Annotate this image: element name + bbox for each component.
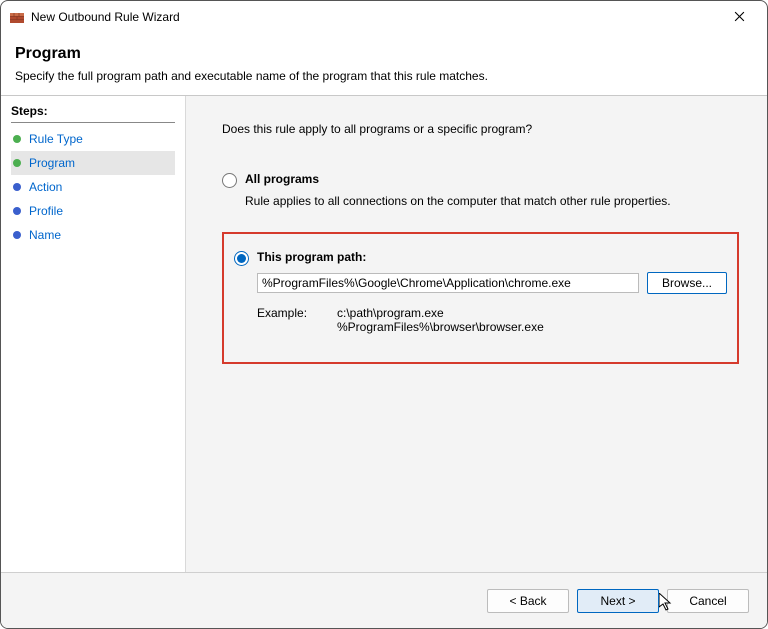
wizard-header: Program Specify the full program path an…: [1, 33, 767, 96]
program-path-input[interactable]: [257, 273, 639, 293]
close-button[interactable]: [719, 1, 759, 32]
step-name[interactable]: Name: [11, 223, 185, 247]
step-label: Program: [29, 156, 75, 170]
steps-sidebar: Steps: Rule Type Program Action Profile …: [1, 96, 186, 572]
step-program[interactable]: Program: [11, 151, 175, 175]
browse-button[interactable]: Browse...: [647, 272, 727, 294]
titlebar: New Outbound Rule Wizard: [1, 1, 767, 33]
steps-heading: Steps:: [11, 104, 185, 118]
step-bullet-icon: [13, 183, 21, 191]
example-text: c:\path\program.exe %ProgramFiles%\brows…: [337, 306, 544, 334]
cancel-button[interactable]: Cancel: [667, 589, 749, 613]
step-bullet-icon: [13, 135, 21, 143]
example-label: Example:: [257, 306, 337, 334]
back-button[interactable]: < Back: [487, 589, 569, 613]
radio-this-program-path[interactable]: [234, 251, 249, 266]
step-bullet-icon: [13, 159, 21, 167]
step-label: Profile: [29, 204, 63, 218]
firewall-icon: [9, 9, 25, 25]
step-label: Action: [29, 180, 62, 194]
step-rule-type[interactable]: Rule Type: [11, 127, 185, 151]
divider: [11, 122, 175, 123]
question-text: Does this rule apply to all programs or …: [222, 122, 739, 136]
wizard-footer: < Back Next > Cancel: [1, 572, 767, 628]
option-this-program-highlight: This program path: Browse... Example: c:…: [222, 232, 739, 364]
step-label: Name: [29, 228, 61, 242]
window-title: New Outbound Rule Wizard: [31, 10, 180, 24]
page-subtitle: Specify the full program path and execut…: [15, 69, 753, 83]
all-programs-desc: Rule applies to all connections on the c…: [245, 194, 739, 208]
radio-this-program-label: This program path:: [257, 250, 366, 264]
step-bullet-icon: [13, 231, 21, 239]
option-all-programs: All programs Rule applies to all connect…: [222, 172, 739, 208]
step-label: Rule Type: [29, 132, 83, 146]
radio-all-programs[interactable]: [222, 173, 237, 188]
wizard-window: New Outbound Rule Wizard Program Specify…: [0, 0, 768, 629]
step-action[interactable]: Action: [11, 175, 185, 199]
step-profile[interactable]: Profile: [11, 199, 185, 223]
step-bullet-icon: [13, 207, 21, 215]
example-block: Example: c:\path\program.exe %ProgramFil…: [257, 306, 727, 334]
next-button[interactable]: Next >: [577, 589, 659, 613]
wizard-body: Steps: Rule Type Program Action Profile …: [1, 96, 767, 572]
wizard-content: Does this rule apply to all programs or …: [186, 96, 767, 572]
radio-all-programs-label: All programs: [245, 172, 319, 186]
page-title: Program: [15, 45, 753, 63]
